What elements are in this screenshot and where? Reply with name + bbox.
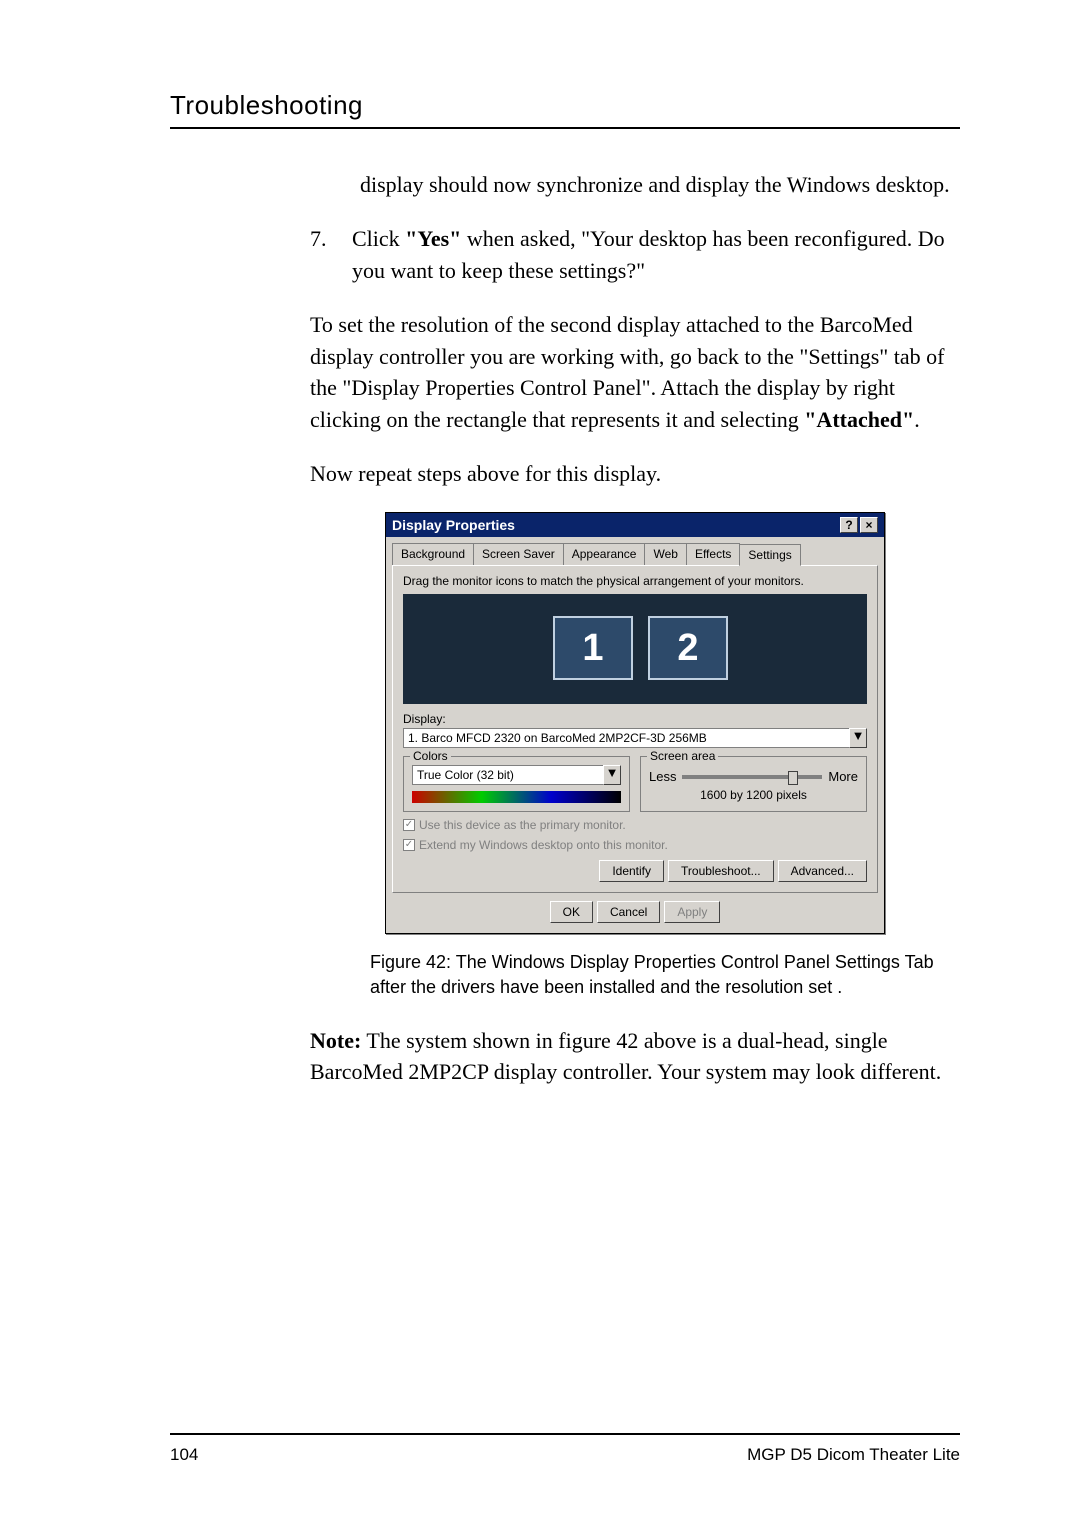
troubleshoot-button[interactable]: Troubleshoot... — [668, 860, 774, 882]
monitor-arrangement-area[interactable]: 1 2 — [403, 594, 867, 704]
identify-button[interactable]: Identify — [599, 860, 664, 882]
page-number: 104 — [170, 1445, 198, 1465]
chevron-down-icon[interactable]: ▼ — [849, 728, 867, 748]
colors-value: True Color (32 bit) — [412, 765, 603, 785]
tab-effects[interactable]: Effects — [686, 543, 740, 565]
display-label: Display: — [403, 712, 867, 726]
display-properties-dialog: Display Properties ? × Background Screen… — [385, 512, 885, 934]
carryover-paragraph: display should now synchronize and displ… — [360, 169, 960, 201]
step-body: Click "Yes" when asked, "Your desktop ha… — [352, 223, 960, 287]
dialog-titlebar[interactable]: Display Properties ? × — [386, 513, 884, 537]
display-select[interactable]: 1. Barco MFCD 2320 on BarcoMed 2MP2CF-3D… — [403, 728, 867, 748]
section-title: Troubleshooting — [170, 90, 960, 121]
primary-monitor-checkbox: ✓ Use this device as the primary monitor… — [403, 818, 867, 832]
color-gradient-preview — [412, 791, 621, 803]
monitor-2[interactable]: 2 — [648, 616, 728, 680]
section-rule — [170, 127, 960, 129]
tab-background[interactable]: Background — [392, 543, 474, 565]
cancel-button[interactable]: Cancel — [597, 901, 660, 923]
chevron-down-icon[interactable]: ▼ — [603, 765, 621, 785]
screen-area-group: Screen area Less More 1600 by 1200 pixel… — [640, 756, 867, 812]
tab-web[interactable]: Web — [644, 543, 686, 565]
close-button[interactable]: × — [860, 517, 878, 533]
monitor-1[interactable]: 1 — [553, 616, 633, 680]
apply-button: Apply — [664, 901, 720, 923]
dialog-title: Display Properties — [392, 517, 515, 533]
tab-screen-saver[interactable]: Screen Saver — [473, 543, 564, 565]
advanced-button[interactable]: Advanced... — [778, 860, 867, 882]
doc-title: MGP D5 Dicom Theater Lite — [747, 1445, 960, 1465]
page-footer: 104 MGP D5 Dicom Theater Lite — [170, 1433, 960, 1465]
display-select-value: 1. Barco MFCD 2320 on BarcoMed 2MP2CF-3D… — [403, 728, 849, 748]
checkbox-icon: ✓ — [403, 819, 415, 831]
extend-desktop-checkbox: ✓ Extend my Windows desktop onto this mo… — [403, 838, 867, 852]
help-button[interactable]: ? — [840, 517, 858, 533]
slider-label-more: More — [828, 769, 858, 784]
tab-appearance[interactable]: Appearance — [563, 543, 646, 565]
resolution-value: 1600 by 1200 pixels — [649, 788, 858, 802]
checkbox-icon: ✓ — [403, 839, 415, 851]
colors-legend: Colors — [410, 749, 451, 763]
slider-label-less: Less — [649, 769, 676, 784]
slider-thumb[interactable] — [788, 771, 798, 785]
screen-area-legend: Screen area — [647, 749, 718, 763]
tab-settings[interactable]: Settings — [739, 544, 800, 566]
ok-button[interactable]: OK — [550, 901, 593, 923]
colors-group: Colors True Color (32 bit) ▼ — [403, 756, 630, 812]
paragraph-3: Now repeat steps above for this display. — [310, 458, 960, 490]
hint-text: Drag the monitor icons to match the phys… — [403, 574, 867, 588]
resolution-slider[interactable] — [682, 775, 822, 779]
step-7: 7. Click "Yes" when asked, "Your desktop… — [310, 223, 960, 287]
paragraph-2: To set the resolution of the second disp… — [310, 309, 960, 437]
step-number: 7. — [310, 223, 334, 287]
colors-select[interactable]: True Color (32 bit) ▼ — [412, 765, 621, 785]
tab-strip: Background Screen Saver Appearance Web E… — [386, 537, 884, 565]
note-paragraph: Note: The system shown in figure 42 abov… — [310, 1025, 960, 1089]
figure-caption: Figure 42: The Windows Display Propertie… — [370, 950, 960, 1000]
